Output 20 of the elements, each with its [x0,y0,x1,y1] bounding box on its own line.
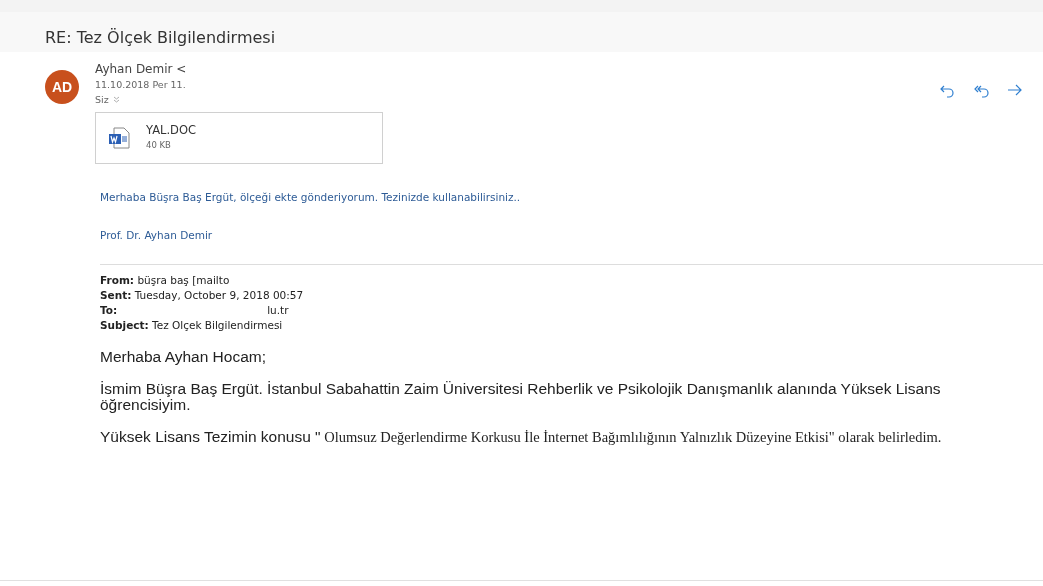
quoted-paragraph: İsmim Büşra Baş Ergüt. İstanbul Sabahattin Zaim Üniversitesi Rehberlik ve Psikolojik Danışmanlık alanında Yüksek Lisans öğrencisiyim. [100,380,942,413]
attachment-name: YAL.DOC [146,123,196,138]
quoted-paragraph: Yüksek Lisans Tezimin konusu " Olumsuz Değerlendirme Korkusu İle İnternet Bağımlılığının Yalnızlık Düzeyine Etkisi" olarak belirledim. [100,428,943,445]
header-value: lu.tr [267,302,289,318]
message-text: Merhaba Büşra Baş Ergüt, ölçeği ekte gönderiyorum. Tezinizde kullanabilirsiniz.. [100,190,522,205]
forward-icon[interactable] [1006,82,1023,98]
header-line: To: [100,302,118,318]
quoted-paragraph: Merhaba Ayhan Hocam; [100,348,267,365]
word-document-icon [108,126,132,150]
header-line: From: büşra baş [mailto [100,273,230,286]
header-line: Subject: Tez Olçek Bilgilendirmesi [100,318,283,331]
avatar: AD [45,70,79,104]
sender-name: Ayhan Demir < [95,62,187,77]
recipient-label[interactable]: Siz [95,92,109,107]
message-text: Prof. Dr. Ayhan Demir [100,227,214,243]
attachment-size: 40 KB [146,139,172,152]
header-line: Sent: Tuesday, October 9, 2018 00:57 [100,288,304,301]
email-subject: RE: Tez Ölçek Bilgilendirmesi [45,28,276,47]
sent-date: 11.10.2018 Per 11. [95,79,186,90]
attachment-card[interactable]: YAL.DOC 40 KB [95,112,383,164]
